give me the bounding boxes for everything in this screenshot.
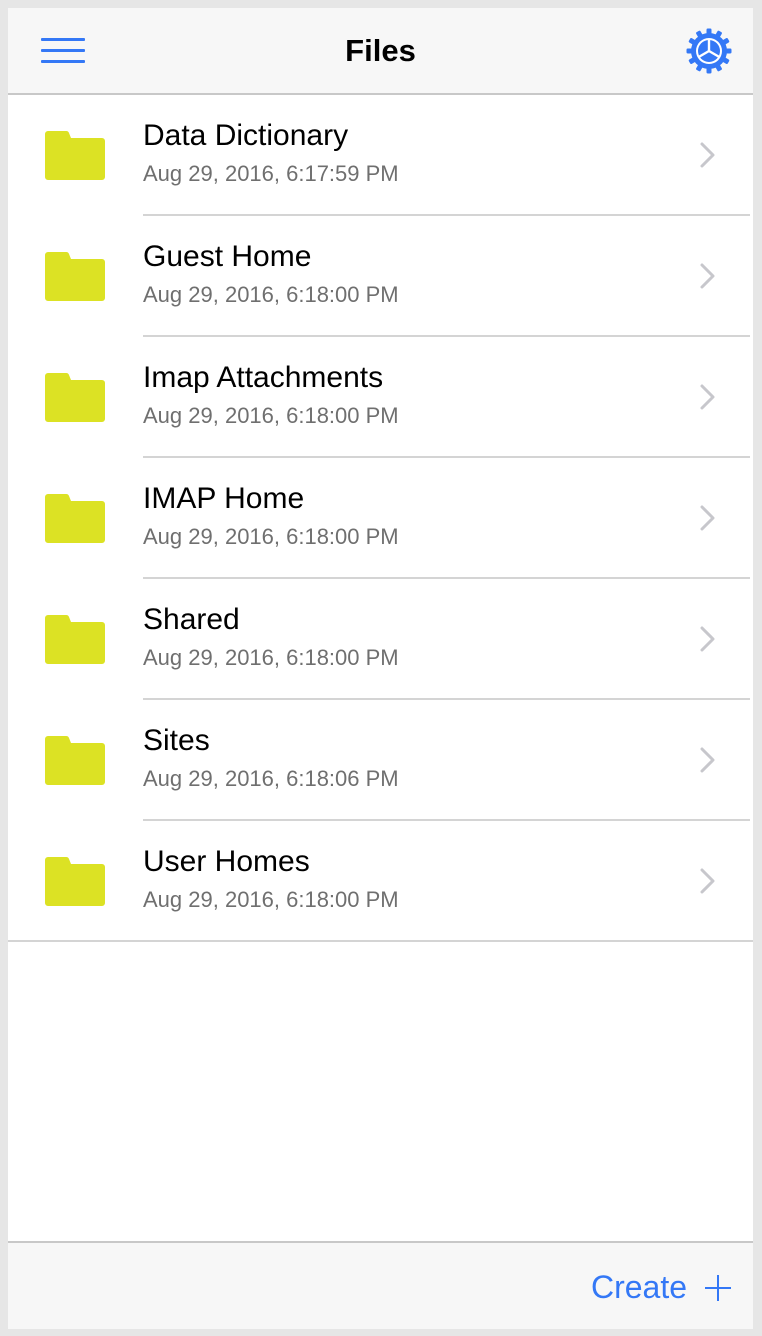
create-button[interactable]: Create: [591, 1269, 731, 1306]
app-frame: Files Data Dictionary Aug 29, 2016, 6:17:…: [8, 8, 753, 1329]
chevron-right-icon: [700, 263, 715, 289]
folder-icon: [45, 735, 105, 785]
plus-icon: [705, 1274, 731, 1301]
file-date: Aug 29, 2016, 6:17:59 PM: [143, 161, 399, 186]
navigation-bar: Files: [8, 8, 753, 95]
folder-icon: [45, 251, 105, 301]
chevron-right-icon: [700, 868, 715, 894]
file-name: Imap Attachments: [143, 361, 384, 394]
gear-icon: [686, 28, 732, 74]
list-item[interactable]: IMAP Home Aug 29, 2016, 6:18:00 PM: [8, 458, 753, 579]
file-name: Sites: [143, 724, 210, 757]
file-date: Aug 29, 2016, 6:18:00 PM: [143, 524, 399, 549]
list-item[interactable]: Guest Home Aug 29, 2016, 6:18:00 PM: [8, 216, 753, 337]
file-date: Aug 29, 2016, 6:18:00 PM: [143, 403, 399, 428]
file-name: IMAP Home: [143, 482, 305, 515]
folder-icon: [45, 493, 105, 543]
chevron-right-icon: [700, 626, 715, 652]
bottom-toolbar: Create: [8, 1241, 753, 1329]
file-date: Aug 29, 2016, 6:18:06 PM: [143, 766, 399, 791]
file-name: User Homes: [143, 845, 310, 878]
list-item[interactable]: User Homes Aug 29, 2016, 6:18:00 PM: [8, 821, 753, 942]
list-item[interactable]: Data Dictionary Aug 29, 2016, 6:17:59 PM: [8, 95, 753, 216]
page-title: Files: [345, 33, 416, 68]
file-name: Guest Home: [143, 240, 312, 273]
file-date: Aug 29, 2016, 6:18:00 PM: [143, 645, 399, 670]
create-label: Create: [590, 1269, 687, 1305]
folder-icon: [45, 614, 105, 664]
chevron-right-icon: [700, 142, 715, 168]
chevron-right-icon: [700, 384, 715, 410]
folder-icon: [45, 856, 105, 906]
file-list: Data Dictionary Aug 29, 2016, 6:17:59 PM G…: [8, 95, 753, 942]
file-name: Data Dictionary: [143, 119, 349, 152]
list-item[interactable]: Imap Attachments Aug 29, 2016, 6:18:00 PM: [8, 337, 753, 458]
folder-icon: [45, 130, 105, 180]
chevron-right-icon: [700, 505, 715, 531]
file-date: Aug 29, 2016, 6:18:00 PM: [143, 282, 399, 307]
settings-button[interactable]: [685, 27, 733, 75]
folder-icon: [45, 372, 105, 422]
file-date: Aug 29, 2016, 6:18:00 PM: [143, 887, 399, 912]
file-name: Shared: [143, 603, 240, 636]
list-item[interactable]: Shared Aug 29, 2016, 6:18:00 PM: [8, 579, 753, 700]
chevron-right-icon: [700, 747, 715, 773]
list-item[interactable]: Sites Aug 29, 2016, 6:18:06 PM: [8, 700, 753, 821]
